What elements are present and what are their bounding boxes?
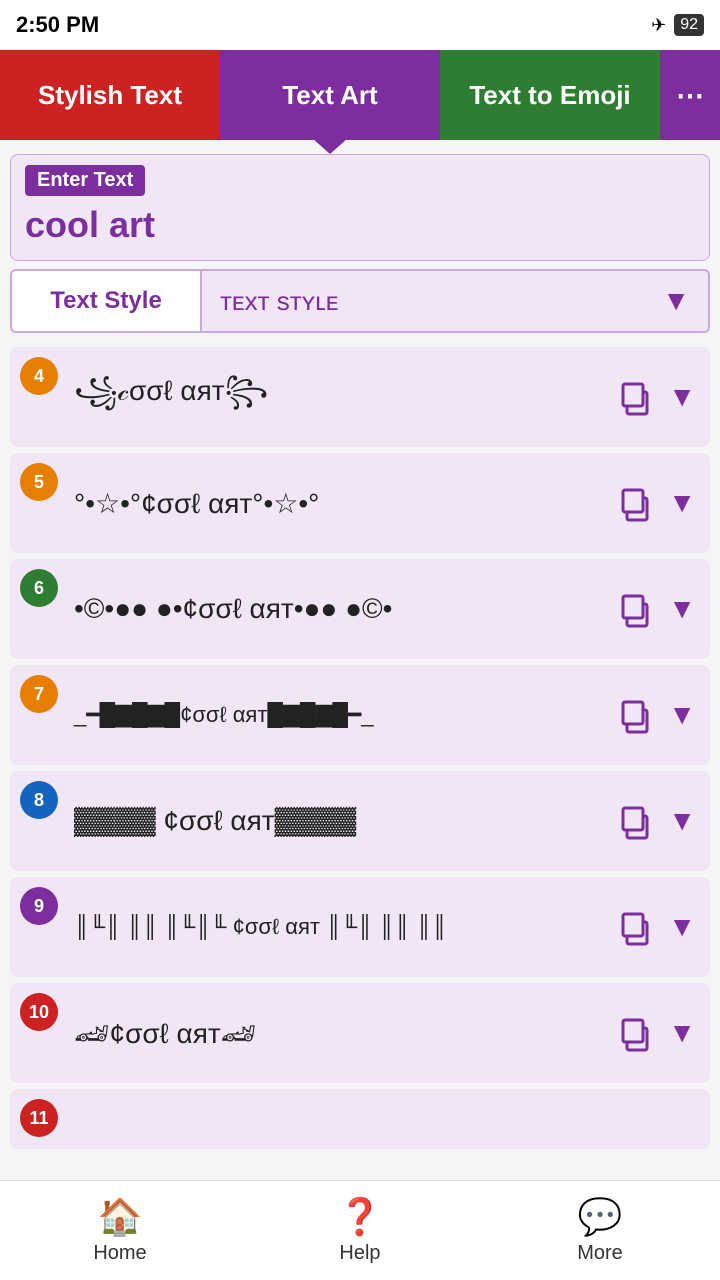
battery-indicator: 92 xyxy=(674,14,704,36)
nav-home[interactable]: 🏠 Home xyxy=(0,1181,240,1280)
style-item-11: 11 xyxy=(10,1089,710,1149)
badge-9: 9 xyxy=(20,887,58,925)
nav-more[interactable]: 💬 More xyxy=(480,1181,720,1280)
airplane-icon: ✈ xyxy=(651,15,666,36)
badge-4: 4 xyxy=(20,357,58,395)
style-text-6: •©•●● ●•¢σσℓ αят•●● ●©• xyxy=(24,593,614,625)
style-item-8: 8 ▓▓▓▓ ¢σσℓ αят▓▓▓▓ ▼ xyxy=(10,771,710,871)
help-icon: ❓ xyxy=(338,1196,383,1238)
copy-button-5[interactable] xyxy=(614,481,658,525)
dropdown-arrow-icon: ▼ xyxy=(662,285,690,317)
status-icons: ✈ 92 xyxy=(651,14,704,36)
copy-button-8[interactable] xyxy=(614,799,658,843)
style-item-5: 5 °•☆•°¢σσℓ αят°•☆•° ▼ xyxy=(10,453,710,553)
item-actions-4: ▼ xyxy=(614,375,696,419)
style-item-9: 9 ║╙║ ║║ ║╙║╙ ¢σσℓ αят ║╙║ ║║ ║║ ▼ xyxy=(10,877,710,977)
style-item-4: 4 ꧁𝒸σσℓ αят꧂ ▼ xyxy=(10,347,710,447)
nav-help[interactable]: ❓ Help xyxy=(240,1181,480,1280)
item-actions-8: ▼ xyxy=(614,799,696,843)
copy-button-9[interactable] xyxy=(614,905,658,949)
style-text-7: _━█▇█▇█¢σσℓ αят█▇█▇█━_ xyxy=(24,702,614,728)
copy-button-7[interactable] xyxy=(614,693,658,737)
style-text-9: ║╙║ ║║ ║╙║╙ ¢σσℓ αят ║╙║ ║║ ║║ xyxy=(24,914,614,940)
nav-home-label: Home xyxy=(93,1242,146,1265)
expand-arrow-10[interactable]: ▼ xyxy=(668,1017,696,1049)
item-actions-5: ▼ xyxy=(614,481,696,525)
tab-more[interactable]: ⋯ xyxy=(660,50,720,140)
item-actions-9: ▼ xyxy=(614,905,696,949)
expand-arrow-6[interactable]: ▼ xyxy=(668,593,696,625)
badge-5: 5 xyxy=(20,463,58,501)
tab-text-art[interactable]: Text Art xyxy=(220,50,440,140)
item-actions-10: ▼ xyxy=(614,1011,696,1055)
badge-8: 8 xyxy=(20,781,58,819)
style-text-8: ▓▓▓▓ ¢σσℓ αят▓▓▓▓ xyxy=(24,805,614,837)
item-actions-7: ▼ xyxy=(614,693,696,737)
expand-arrow-4[interactable]: ▼ xyxy=(668,381,696,413)
badge-7: 7 xyxy=(20,675,58,713)
style-text-4: ꧁𝒸σσℓ αят꧂ xyxy=(24,369,614,426)
tab-bar: Stylish Text Text Art Text to Emoji ⋯ xyxy=(0,50,720,140)
style-selected-value: ᴛᴇxᴛ sᴛʏʟᴇ xyxy=(220,286,338,317)
style-list: 4 ꧁𝒸σσℓ αят꧂ ▼ 5 °•☆•°¢σσℓ αят°•☆•° ▼ xyxy=(0,347,720,1149)
copy-button-10[interactable] xyxy=(614,1011,658,1055)
style-label: Text Style xyxy=(12,271,202,331)
bottom-nav: 🏠 Home ❓ Help 💬 More xyxy=(0,1180,720,1280)
tab-text-to-emoji[interactable]: Text to Emoji xyxy=(440,50,660,140)
text-input[interactable] xyxy=(25,204,695,246)
home-icon: 🏠 xyxy=(98,1196,143,1238)
style-dropdown[interactable]: ᴛᴇxᴛ sᴛʏʟᴇ ▼ xyxy=(202,271,708,331)
style-item-6: 6 •©•●● ●•¢σσℓ αят•●● ●©• ▼ xyxy=(10,559,710,659)
expand-arrow-8[interactable]: ▼ xyxy=(668,805,696,837)
expand-arrow-9[interactable]: ▼ xyxy=(668,911,696,943)
input-label: Enter Text xyxy=(25,165,145,196)
status-bar: 2:50 PM ✈ 92 xyxy=(0,0,720,50)
nav-help-label: Help xyxy=(339,1242,380,1265)
style-text-5: °•☆•°¢σσℓ αят°•☆•° xyxy=(24,487,614,520)
status-time: 2:50 PM xyxy=(16,12,99,38)
copy-button-6[interactable] xyxy=(614,587,658,631)
item-actions-6: ▼ xyxy=(614,587,696,631)
badge-6: 6 xyxy=(20,569,58,607)
more-icon: 💬 xyxy=(578,1196,623,1238)
expand-arrow-5[interactable]: ▼ xyxy=(668,487,696,519)
style-selector: Text Style ᴛᴇxᴛ sᴛʏʟᴇ ▼ xyxy=(10,269,710,333)
nav-more-label: More xyxy=(577,1242,623,1265)
style-text-10: 🏎¢σσℓ αят🏎 xyxy=(24,1017,614,1050)
expand-arrow-7[interactable]: ▼ xyxy=(668,699,696,731)
input-area: Enter Text xyxy=(10,154,710,261)
copy-button-4[interactable] xyxy=(614,375,658,419)
style-item-7: 7 _━█▇█▇█¢σσℓ αят█▇█▇█━_ ▼ xyxy=(10,665,710,765)
badge-10: 10 xyxy=(20,993,58,1031)
badge-11: 11 xyxy=(20,1099,58,1137)
tab-stylish-text[interactable]: Stylish Text xyxy=(0,50,220,140)
style-item-10: 10 🏎¢σσℓ αят🏎 ▼ xyxy=(10,983,710,1083)
